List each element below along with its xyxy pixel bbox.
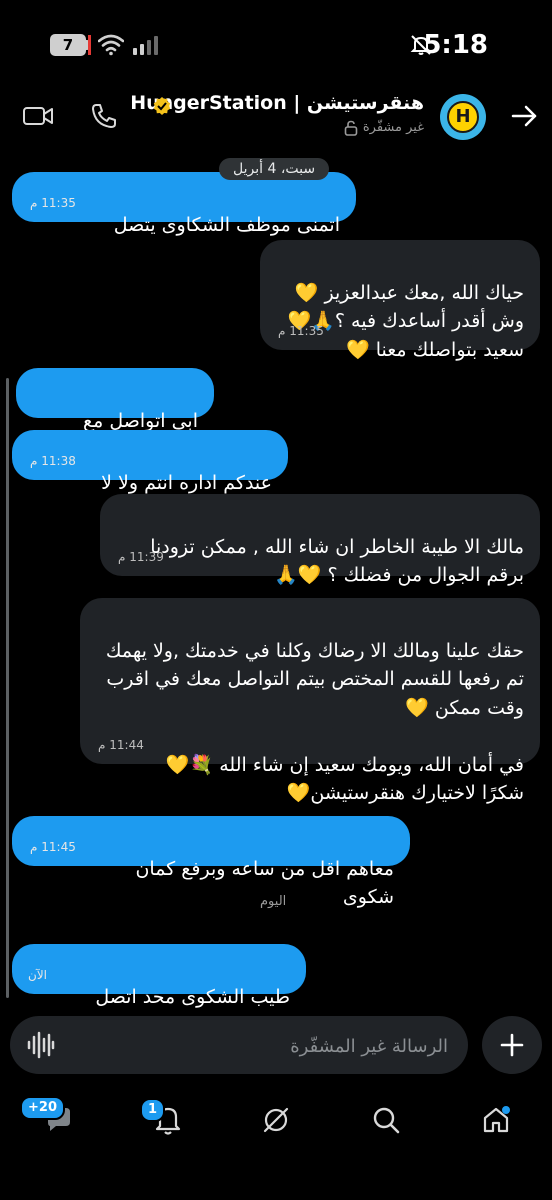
day-separator: اليوم bbox=[260, 894, 287, 909]
message-composer bbox=[10, 1014, 542, 1078]
plus-icon bbox=[500, 1033, 524, 1057]
message-time: الآن bbox=[28, 968, 47, 982]
add-attachment-button[interactable] bbox=[482, 1016, 542, 1074]
message-bubble[interactable]: طيب الشكوى محد اتصل علي الآن bbox=[12, 944, 306, 1036]
message-time: 11:45 م bbox=[30, 840, 76, 854]
message-bubble[interactable]: عندكم اداره انتم ولا لا .؟ 11:38 م bbox=[12, 430, 288, 522]
phone-call-icon[interactable] bbox=[90, 102, 118, 130]
wifi-icon bbox=[98, 34, 124, 56]
message-time: 11:44 م bbox=[98, 738, 144, 752]
search-icon bbox=[373, 1107, 400, 1134]
messages-badge: +20 bbox=[20, 1096, 65, 1120]
message-text: مالك الا طيبة الخاطر ان شاء الله , ممكن … bbox=[150, 535, 524, 587]
message-bubble[interactable]: حياك الله ,معك عبدالعزيز 💛 وش أقدر أساعد… bbox=[260, 240, 540, 361]
message-time: 11:38 م bbox=[30, 454, 76, 468]
screen: 7 5:18 H هنقرستيشن | HungerStation غير م… bbox=[0, 0, 552, 1200]
lock-open-icon bbox=[344, 120, 358, 136]
chat-header: H هنقرستيشن | HungerStation غير مشفّرة bbox=[0, 90, 552, 150]
date-separator: سبت، 4 أبريل bbox=[219, 158, 330, 180]
message-time: 11:35 م bbox=[30, 196, 76, 210]
message-bubble[interactable]: مالك الا طيبة الخاطر ان شاء الله , ممكن … bbox=[100, 494, 540, 586]
message-input[interactable] bbox=[66, 1016, 450, 1076]
bottom-navigation: +20 1 bbox=[0, 1090, 552, 1150]
battery-icon: 7 bbox=[50, 34, 86, 56]
nav-search[interactable] bbox=[366, 1100, 406, 1140]
back-arrow-icon[interactable] bbox=[510, 102, 538, 130]
verified-badge-icon bbox=[153, 97, 171, 115]
thread-indicator bbox=[6, 378, 9, 998]
message-time: 11:39 م bbox=[118, 550, 164, 564]
home-indicator-dot bbox=[502, 1106, 510, 1114]
video-call-icon[interactable] bbox=[22, 104, 54, 128]
message-text: حقك علينا ومالك الا رضاك وكلنا في خدمتك … bbox=[105, 639, 524, 805]
voice-message-icon[interactable] bbox=[26, 1030, 56, 1060]
contact-name[interactable]: هنقرستيشن | HungerStation bbox=[130, 92, 424, 114]
message-bubble[interactable]: حقك علينا ومالك الا رضاك وكلنا في خدمتك … bbox=[80, 598, 540, 804]
grok-icon bbox=[263, 1107, 289, 1133]
battery-low-indicator bbox=[88, 35, 91, 55]
message-bubble[interactable]: معاهم اقل من ساعه وبرفع كمان شكوى 11:45 … bbox=[12, 816, 410, 908]
nav-home[interactable] bbox=[476, 1100, 516, 1140]
notifications-badge: 1 bbox=[140, 1098, 166, 1122]
message-text: معاهم اقل من ساعه وبرفع كمان شكوى bbox=[135, 857, 394, 909]
signal-icon bbox=[133, 36, 158, 55]
avatar-logo: H bbox=[447, 101, 479, 133]
message-input-container bbox=[10, 1016, 468, 1076]
encryption-status: غير مشفّرة bbox=[362, 120, 424, 135]
message-time: 11:35 م bbox=[278, 324, 324, 338]
chat-thread[interactable]: اتمنى موظف الشكاوى يتصل علي 11:35 م سبت،… bbox=[0, 150, 552, 1036]
status-time: 5:18 bbox=[423, 30, 488, 60]
avatar[interactable]: H bbox=[440, 94, 486, 140]
status-bar: 7 5:18 bbox=[0, 0, 552, 90]
nav-grok[interactable] bbox=[256, 1100, 296, 1140]
message-bubble[interactable]: ابي اتواصل مع الاداره bbox=[16, 368, 214, 460]
